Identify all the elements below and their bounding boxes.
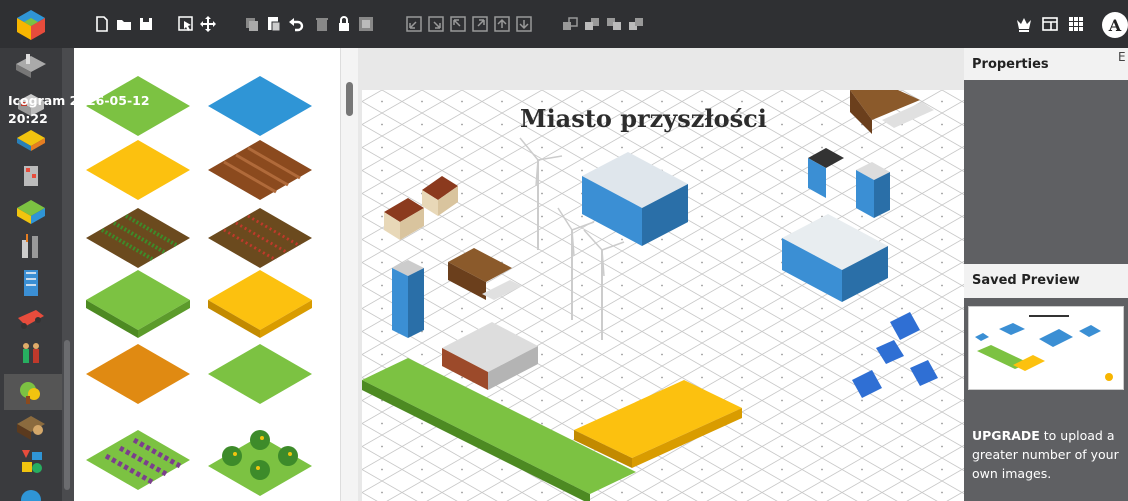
orchard[interactable] [202, 412, 318, 501]
align-bottom-left-icon[interactable] [404, 14, 424, 34]
properties-header: Properties [964, 48, 1128, 80]
category-towers-icon[interactable] [12, 266, 50, 302]
category-people-icon[interactable] [12, 338, 50, 374]
arrange-3-icon[interactable] [604, 14, 624, 34]
move-icon[interactable] [198, 14, 218, 34]
grid-icon[interactable] [1066, 14, 1086, 34]
wheat-field[interactable] [202, 266, 318, 344]
open-folder-icon[interactable] [114, 14, 134, 34]
new-file-icon[interactable] [92, 14, 112, 34]
saved-preview-thumbnail[interactable] [968, 306, 1124, 390]
canvas-title[interactable]: Miasto przyszłości [520, 104, 767, 133]
arrange-4-icon[interactable] [626, 14, 646, 34]
green-grass-field[interactable] [80, 266, 196, 344]
upgrade-message[interactable]: UPGRADE to upload a greater number of yo… [972, 426, 1128, 483]
upgrade-strong[interactable]: UPGRADE [972, 428, 1040, 443]
category-cranes-icon[interactable] [12, 158, 50, 194]
layout-icon[interactable] [1040, 14, 1060, 34]
office-tower[interactable] [392, 260, 424, 338]
arrange-2-icon[interactable] [582, 14, 602, 34]
icogram-app: A Miasto przyszłości Properties Saved Pr… [0, 0, 1128, 501]
category-transport-icon[interactable] [12, 302, 50, 338]
palette-scrollbar[interactable] [340, 48, 358, 501]
light-grass-tile[interactable] [202, 338, 318, 416]
save-icon[interactable] [136, 14, 156, 34]
category-plants-icon [20, 382, 40, 404]
select-icon[interactable] [176, 14, 196, 34]
group-icon[interactable] [356, 14, 376, 34]
crop-rows-tile[interactable] [202, 198, 318, 276]
crown-icon[interactable] [1014, 14, 1034, 34]
category-industry-icon[interactable] [12, 230, 50, 266]
category-terrain-icon[interactable] [12, 194, 50, 230]
isometric-canvas[interactable] [362, 90, 964, 501]
user-avatar[interactable]: A [1102, 12, 1128, 38]
send-to-back-icon[interactable] [514, 14, 534, 34]
arrange-1-icon[interactable] [560, 14, 580, 34]
palette-scroll-thumb[interactable] [346, 82, 353, 116]
vineyard[interactable] [80, 420, 196, 501]
category-roads-icon[interactable] [12, 50, 50, 86]
top-toolbar: A [0, 0, 1128, 48]
saved-preview-header: Saved Preview [964, 264, 1128, 298]
paste-icon[interactable] [264, 14, 284, 34]
category-wood-icon[interactable] [12, 410, 50, 446]
diagram-name[interactable]: Icogram 2026-05-12 20:22 [8, 92, 158, 128]
orange-field[interactable] [80, 338, 196, 416]
bring-to-front-icon[interactable] [492, 14, 512, 34]
category-more-icon[interactable] [12, 482, 50, 501]
align-top-left-icon[interactable] [448, 14, 468, 34]
panel-expand-icon[interactable]: E [1118, 50, 1126, 64]
align-bottom-right-icon[interactable] [426, 14, 446, 34]
category-plants-tab[interactable] [4, 374, 62, 410]
app-logo[interactable] [14, 8, 48, 42]
crops-tile[interactable] [80, 198, 196, 276]
preview-image [975, 315, 1113, 381]
category-shapes-icon[interactable] [12, 446, 50, 482]
properties-body [964, 80, 1128, 264]
lock-icon[interactable] [334, 14, 354, 34]
copy-icon[interactable] [242, 14, 262, 34]
delete-icon[interactable] [312, 14, 332, 34]
category-scroll-thumb[interactable] [64, 340, 70, 490]
align-top-right-icon[interactable] [470, 14, 490, 34]
undo-icon[interactable] [286, 14, 306, 34]
